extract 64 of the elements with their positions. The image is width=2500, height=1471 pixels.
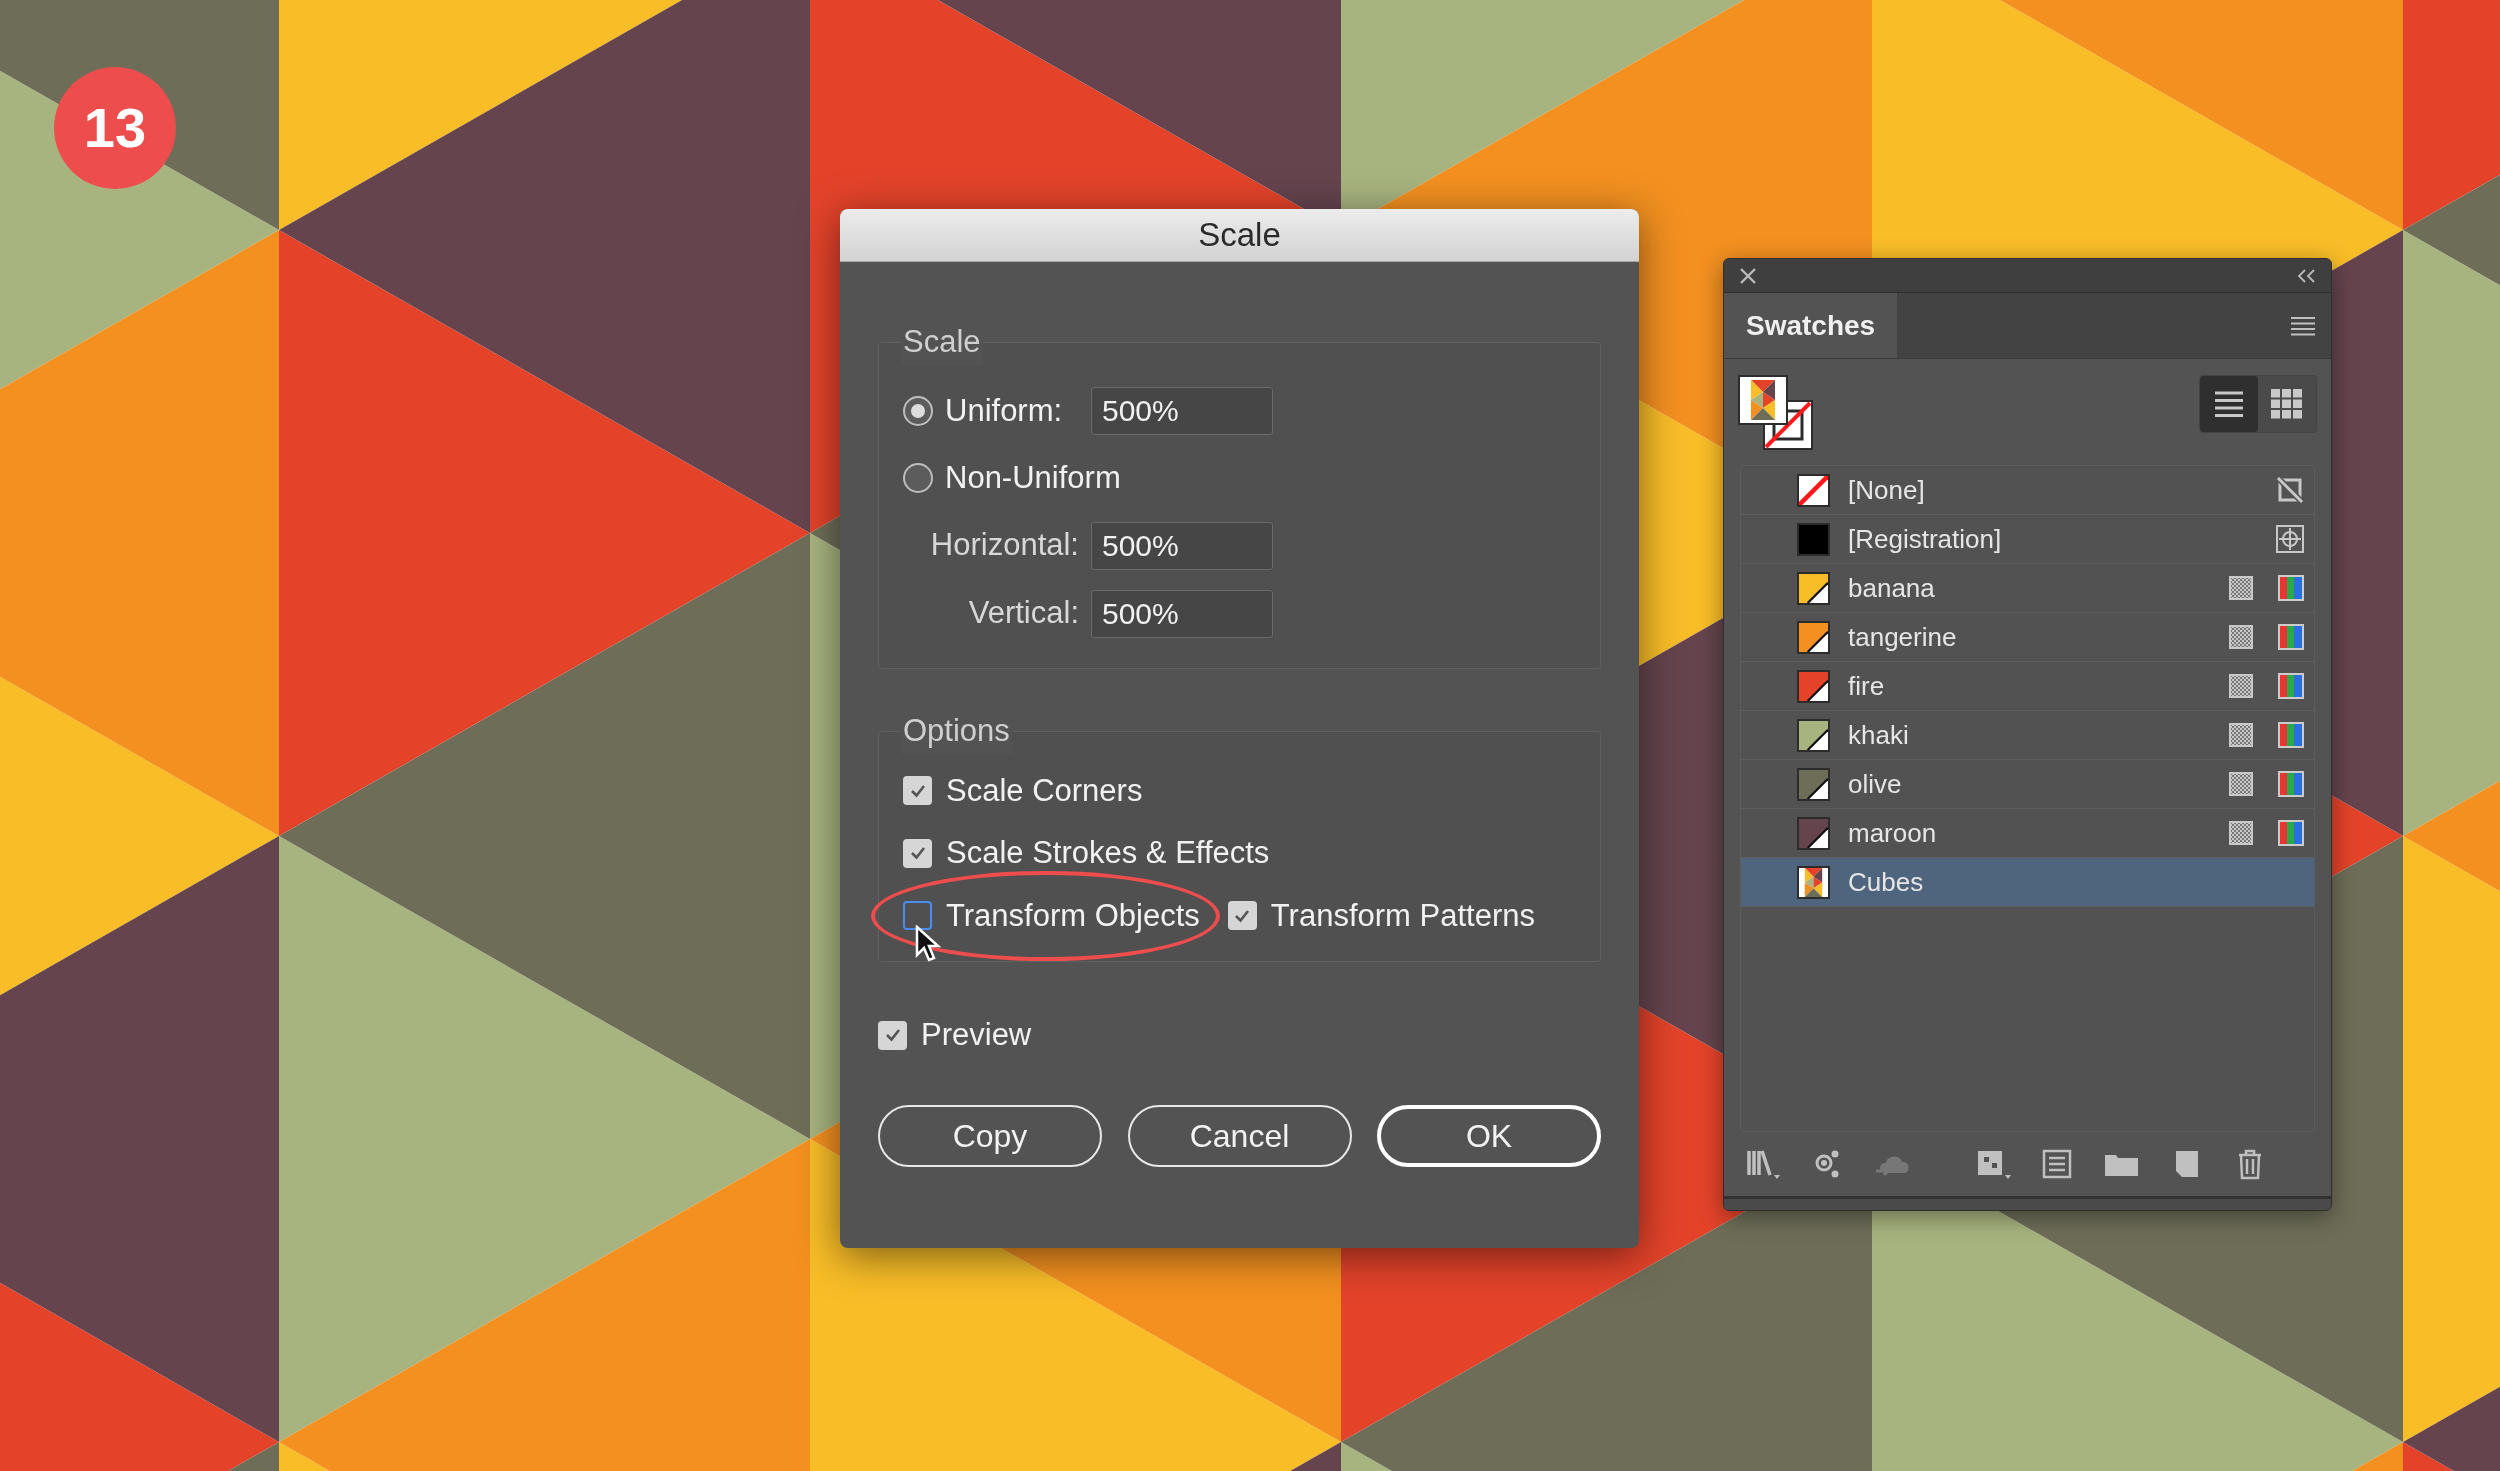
swatch-name: banana: [1848, 571, 1936, 605]
checkbox[interactable]: [878, 1020, 907, 1050]
checkbox-label: Preview: [921, 1016, 1032, 1054]
list-view-icon: [2213, 389, 2245, 419]
swatch-name: khaki: [1848, 718, 1910, 752]
percent-field[interactable]: 500%: [1091, 589, 1273, 638]
checkbox-label: Scale Strokes & Effects: [946, 834, 1270, 872]
dialog-button[interactable]: OK: [1377, 1104, 1601, 1167]
swatch-name: Cubes: [1848, 865, 1925, 899]
checkbox-label: Scale Corners: [946, 771, 1143, 810]
checkbox[interactable]: [903, 776, 932, 806]
radio-label: Uniform:: [945, 391, 1064, 430]
dialog-title: Scale: [1198, 215, 1281, 256]
checker-icon: [2228, 673, 2254, 699]
swatch-row[interactable]: khaki: [1741, 711, 2314, 760]
percent-field[interactable]: 500%: [1091, 521, 1273, 570]
checker-icon: [2228, 575, 2254, 601]
panel-tab[interactable]: Swatches: [1724, 293, 1898, 358]
pattern-swatch: [1797, 865, 1830, 899]
swatch-name: [None]: [1848, 473, 1926, 507]
radio-button[interactable]: [903, 463, 933, 494]
checkbox[interactable]: [1227, 901, 1257, 931]
rgb-icon: [2278, 771, 2304, 797]
swatch-row[interactable]: banana: [1741, 564, 2314, 613]
no-edit-icon: [2276, 476, 2304, 504]
swatch-name: tangerine: [1848, 620, 1958, 654]
checkbox-label: Transform Patterns: [1270, 896, 1535, 935]
grid-view-icon: [2271, 389, 2303, 419]
checkbox-label: Transform Objects: [946, 896, 1200, 935]
rgb-icon: [2278, 673, 2304, 699]
percent-field[interactable]: 500%: [1091, 387, 1273, 435]
field-label: Horizontal:: [929, 526, 1079, 565]
swatch-row[interactable]: [None]: [1741, 466, 2314, 515]
cursor-icon: [915, 925, 941, 964]
checker-icon: [2228, 820, 2254, 846]
rgb-icon: [2278, 624, 2304, 650]
registration-icon: [2276, 525, 2304, 553]
none-swatch: [1797, 473, 1830, 507]
dialog-button[interactable]: Copy: [878, 1104, 1102, 1167]
swatch-row[interactable]: olive: [1741, 760, 2314, 809]
dialog-button[interactable]: Cancel: [1127, 1104, 1352, 1167]
checker-icon: [2228, 722, 2254, 748]
radio-label: Non-Uniform: [945, 459, 1121, 497]
rgb-icon: [2278, 575, 2304, 601]
swatch-name: olive: [1848, 767, 1903, 801]
rgb-icon: [2278, 722, 2304, 748]
resize-handle[interactable]: [1724, 1196, 2331, 1210]
view-button[interactable]: [2200, 376, 2258, 432]
swatch-name: [Registration]: [1848, 522, 2003, 556]
menu-icon: [2289, 315, 2317, 336]
swatch-row[interactable]: tangerine: [1741, 613, 2314, 662]
field-label: Vertical:: [967, 594, 1079, 633]
swatch-name: maroon: [1848, 816, 1938, 850]
checkbox[interactable]: [903, 838, 932, 868]
swatch-row[interactable]: [Registration]: [1741, 515, 2314, 564]
swatch-name: fire: [1848, 669, 1886, 703]
checker-icon: [2228, 624, 2254, 650]
radio-button[interactable]: [903, 396, 933, 426]
checker-icon: [2228, 771, 2254, 797]
registration-swatch: [1797, 522, 1830, 556]
rgb-icon: [2278, 820, 2304, 846]
fill-stroke-icon: [1738, 375, 1814, 451]
swatch-row[interactable]: Cubes: [1741, 858, 2314, 907]
swatch-row[interactable]: fire: [1741, 662, 2314, 711]
